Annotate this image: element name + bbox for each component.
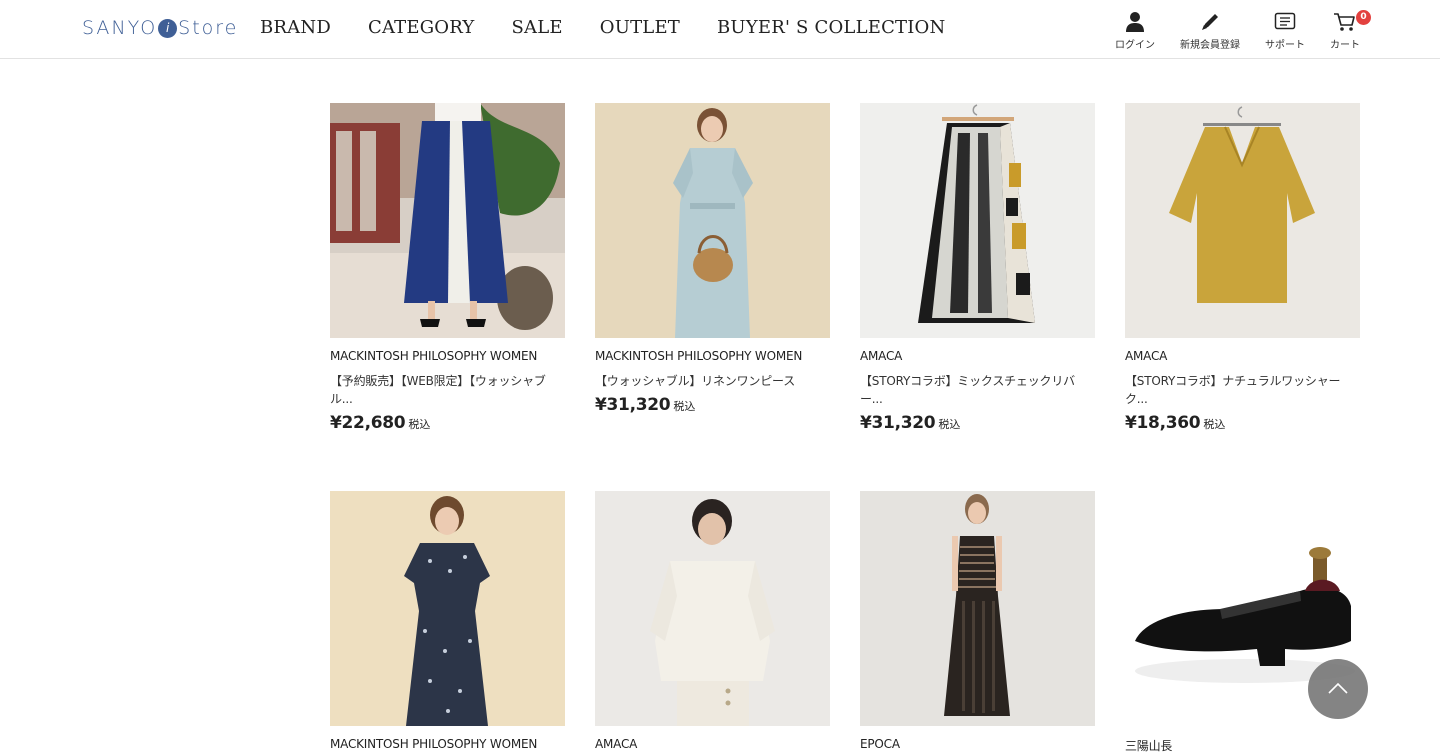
product-name[interactable]: 【STORYコラボ】ナチュラルワッシャーク... [1125,372,1360,408]
product-price: ¥18,360 税込 [1125,413,1360,433]
logo-text-right: Store [178,17,239,39]
product-brand: AMACA [860,349,903,363]
tax-label: 税込 [938,418,961,431]
register-button[interactable]: 新規会員登録 [1165,10,1255,51]
cart-count-badge: 0 [1356,10,1371,25]
product-price: ¥31,320 税込 [595,395,830,415]
product-brand: 三陽山長 [1125,739,1173,753]
tax-label: 税込 [408,418,431,431]
logo-mark: i [158,18,178,38]
product-brand: AMACA [1125,349,1168,363]
price-amount: ¥22,680 [330,413,406,433]
price-amount: ¥18,360 [1125,413,1201,433]
nav-sale[interactable]: SALE [512,17,563,38]
user-icon [1125,10,1145,34]
product-image-white-jacket[interactable] [595,491,830,726]
product-card[interactable]: AMACA 【STORYコラボ】ミックスチェックリバー... ¥31,320 税込 [860,103,1095,433]
nav-buyers-collection[interactable]: BUYER' S COLLECTION [717,17,945,38]
pen-icon [1199,10,1221,34]
nav-outlet[interactable]: OUTLET [600,17,680,38]
product-image-floral-dress[interactable] [330,491,565,726]
product-card[interactable]: AMACA [595,491,830,751]
product-card[interactable]: EPOCA [860,491,1095,751]
nav-brand[interactable]: BRAND [260,17,331,38]
product-card[interactable]: MACKINTOSH PHILOSOPHY WOMEN 【ウォッシャブル】リネン… [595,103,830,415]
product-card[interactable]: MACKINTOSH PHILOSOPHY WOMEN 【予約販売】【WEB限定… [330,103,565,433]
product-name[interactable]: 【ウォッシャブル】リネンワンピース [595,372,830,390]
product-image-blue-skirt[interactable] [330,103,565,338]
tax-label: 税込 [673,400,696,413]
logo-text-left: SANYO [82,17,158,39]
product-brand: MACKINTOSH PHILOSOPHY WOMEN [595,349,803,363]
product-card[interactable]: MACKINTOSH PHILOSOPHY WOMEN [330,491,565,751]
global-nav: BRAND CATEGORY SALE OUTLET BUYER' S COLL… [260,17,982,38]
product-price: ¥22,680 税込 [330,413,565,433]
utility-menu: ログイン 新規会員登録 サポート カート 0 [1105,10,1375,51]
login-label: ログイン [1115,40,1155,51]
product-name[interactable]: 【STORYコラボ】ミックスチェックリバー... [860,372,1095,408]
site-header: SANYO i Store BRAND CATEGORY SALE OUTLET… [0,0,1440,59]
product-name[interactable]: 【予約販売】【WEB限定】【ウォッシャブル... [330,372,565,408]
support-document-icon [1274,10,1296,34]
price-amount: ¥31,320 [595,395,671,415]
product-brand: MACKINTOSH PHILOSOPHY WOMEN [330,349,538,363]
register-label: 新規会員登録 [1180,40,1240,51]
product-image-check-skirt[interactable] [860,103,1095,338]
login-button[interactable]: ログイン [1105,10,1165,51]
product-image-linen-dress[interactable] [595,103,830,338]
product-image-lace-dress[interactable] [860,491,1095,726]
nav-category[interactable]: CATEGORY [368,17,475,38]
product-card[interactable]: AMACA 【STORYコラボ】ナチュラルワッシャーク... ¥18,360 税込 [1125,103,1360,433]
cart-label: カート [1330,40,1360,51]
support-button[interactable]: サポート [1255,10,1315,51]
cart-button[interactable]: カート 0 [1315,10,1375,51]
product-image-mustard-blouse[interactable] [1125,103,1360,338]
sanyo-istore-logo[interactable]: SANYO i Store [82,14,238,42]
support-label: サポート [1265,40,1305,51]
tax-label: 税込 [1203,418,1226,431]
cart-icon [1333,10,1357,34]
back-to-top-button[interactable] [1308,659,1368,719]
price-amount: ¥31,320 [860,413,936,433]
chevron-up-icon [1327,680,1349,699]
product-price: ¥31,320 税込 [860,413,1095,433]
